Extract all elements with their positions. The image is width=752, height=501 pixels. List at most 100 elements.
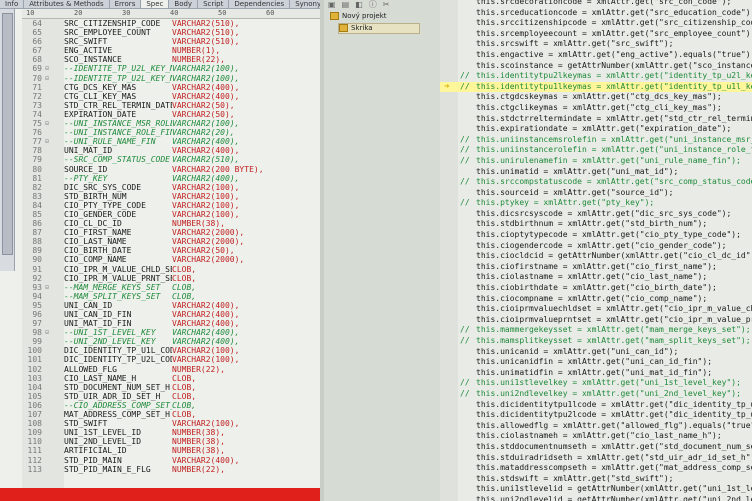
code-line[interactable]: 77 ⊟ --UNI_RULE_NAME_FIN VARCHAR2(400),: [22, 137, 320, 146]
java-code-line[interactable]: // this.mamsplitkeysset = xmlAttr.get("ma…: [440, 336, 752, 347]
java-code-line[interactable]: // this.identitytpu2lkeymas = xmlAttr.get…: [440, 71, 752, 82]
fold-marker[interactable]: [42, 219, 52, 228]
java-code-area[interactable]: this.srcdecorationcode = xmlAttr.get("sr…: [440, 0, 752, 501]
java-code-line[interactable]: ➜ // this.identitytpu1lkeymas = xmlAttr.ge…: [440, 81, 752, 93]
fold-marker[interactable]: [42, 55, 52, 64]
code-line[interactable]: 76 --UNI_INSTANCE_ROLE_FIN VARCHAR2(20),: [22, 128, 320, 137]
java-code-line[interactable]: this.cioiprmvalueprntset = xmlAttr.get("…: [440, 315, 752, 326]
code-line[interactable]: 112 STD_PID_MAIN VARCHAR2(400),: [22, 456, 320, 465]
java-code-line[interactable]: this.unicanid = xmlAttr.get("uni_can_id"…: [440, 347, 752, 358]
scrollbar-thumb[interactable]: [2, 13, 13, 255]
java-code-line[interactable]: // this.srccompstatuscode = xmlAttr.get("…: [440, 177, 752, 188]
fold-marker[interactable]: [42, 319, 52, 328]
code-line[interactable]: 103 CIO_LAST_NAME_H CLOB,: [22, 374, 320, 383]
fold-marker[interactable]: [42, 392, 52, 401]
java-code-line[interactable]: this.ciocompname = xmlAttr.get("cio_comp…: [440, 294, 752, 305]
code-line[interactable]: 78 UNI_MAT_ID VARCHAR2(400),: [22, 146, 320, 155]
java-code-line[interactable]: this.dicidentitytpu2lcode = xmlAttr.get(…: [440, 410, 752, 421]
tab-body[interactable]: Body: [169, 0, 199, 8]
fold-marker[interactable]: [42, 410, 52, 419]
code-line[interactable]: 85 CIO_GENDER_CODE VARCHAR2(100),: [22, 210, 320, 219]
fold-marker[interactable]: ⊟: [42, 283, 52, 292]
code-line[interactable]: 98 ⊟ --UNI_1ST_LEVEL_KEY VARCHAR2(400),: [22, 328, 320, 337]
code-line[interactable]: 95 UNI_CAN_ID VARCHAR2(400),: [22, 301, 320, 310]
sql-code-area[interactable]: 64 SRC_CITIZENSHIP_CODE VARCHAR2(510), 65 SR…: [22, 19, 320, 474]
code-line[interactable]: 65 SRC_EMPLOYEE_COUNT VARCHAR2(510),: [22, 28, 320, 37]
java-code-line[interactable]: this.stdswift = xmlAttr.get("std_swift")…: [440, 474, 752, 485]
code-line[interactable]: 88 CIO_LAST_NAME VARCHAR2(2000),: [22, 237, 320, 246]
java-code-line[interactable]: this.cioiprmvaluechldset = xmlAttr.get("…: [440, 304, 752, 315]
code-line[interactable]: 110 UNI_2ND_LEVEL_ID NUMBER(38),: [22, 437, 320, 446]
java-code-line[interactable]: // this.mammergekeysset = xmlAttr.get("ma…: [440, 325, 752, 336]
code-line[interactable]: 104 STD_DOCUMENT_NUM_SET_H CLOB,: [22, 383, 320, 392]
fold-marker[interactable]: ⊟: [42, 119, 52, 128]
java-code-line[interactable]: this.ciogendercode = xmlAttr.get("cio_ge…: [440, 241, 752, 252]
fold-marker[interactable]: [42, 37, 52, 46]
fold-marker[interactable]: [42, 355, 52, 364]
fold-marker[interactable]: [42, 419, 52, 428]
java-code-line[interactable]: this.srcdecorationcode = xmlAttr.get("sr…: [440, 0, 752, 8]
code-line[interactable]: 67 ENG_ACTIVE NUMBER(1),: [22, 46, 320, 55]
code-line[interactable]: 91 CIO_IPR_M_VALUE_CHLD_SET CLOB,: [22, 265, 320, 274]
java-code-line[interactable]: // this.uni2ndlevelkey = xmlAttr.get("uni…: [440, 389, 752, 400]
code-line[interactable]: 73 STD_CTR_REL_TERMIN_DATE VARCHAR2(50),: [22, 101, 320, 110]
fold-marker[interactable]: [42, 292, 52, 301]
java-code-line[interactable]: this.unicanidfin = xmlAttr.get("uni_can_…: [440, 357, 752, 368]
tab-errors[interactable]: Errors: [110, 0, 142, 8]
fold-marker[interactable]: [42, 228, 52, 237]
fold-marker[interactable]: [42, 465, 52, 474]
java-code-line[interactable]: // this.uniinstancerolefin = xmlAttr.get(…: [440, 145, 752, 156]
code-line[interactable]: 99 --UNI_2ND_LEVEL_KEY VARCHAR2(400),: [22, 337, 320, 346]
code-line[interactable]: 79 --SRC_COMP_STATUS_CODE VARCHAR2(510),: [22, 155, 320, 164]
fold-marker[interactable]: [42, 401, 52, 410]
java-code-line[interactable]: this.srceducationcode = xmlAttr.get("src…: [440, 8, 752, 19]
fold-marker[interactable]: [42, 28, 52, 37]
save-icon[interactable]: ◧: [355, 0, 363, 10]
fold-marker[interactable]: [42, 346, 52, 355]
fold-marker[interactable]: [42, 274, 52, 283]
fold-marker[interactable]: [42, 456, 52, 465]
java-code-line[interactable]: this.srcemployeecount = xmlAttr.get("src…: [440, 29, 752, 40]
code-line[interactable]: 108 STD_SWIFT VARCHAR2(100),: [22, 419, 320, 428]
code-line[interactable]: 101 DIC_IDENTITY_TP_U2L_CODE VARCHAR2(100)…: [22, 355, 320, 364]
tab-synony[interactable]: Synony: [290, 0, 320, 8]
code-line[interactable]: 86 CIO_CL_DC_ID NUMBER(38),: [22, 219, 320, 228]
fold-marker[interactable]: [42, 155, 52, 164]
java-code-line[interactable]: this.sourceid = xmlAttr.get("source_id")…: [440, 188, 752, 199]
code-line[interactable]: 94 --MAM_SPLIT_KEYS_SET CLOB,: [22, 292, 320, 301]
tab-script[interactable]: Script: [198, 0, 230, 8]
fold-marker[interactable]: ⊟: [42, 64, 52, 73]
fold-marker[interactable]: [42, 210, 52, 219]
code-line[interactable]: 74 EXPIRATION_DATE VARCHAR2(50),: [22, 110, 320, 119]
code-line[interactable]: 93 ⊟ --MAM_MERGE_KEYS_SET CLOB,: [22, 283, 320, 292]
fold-marker[interactable]: [42, 92, 52, 101]
code-line[interactable]: 107 MAT_ADDRESS_COMP_SET_H CLOB,: [22, 410, 320, 419]
code-line[interactable]: 105 STD_UIR_ADR_ID_SET_H CLOB,: [22, 392, 320, 401]
tab-attributes-methods[interactable]: Attributes & Methods: [24, 0, 110, 8]
code-line[interactable]: 92 CIO_IPR_M_VALUE_PRNT_SET CLOB,: [22, 274, 320, 283]
code-line[interactable]: 68 SCO_INSTANCE NUMBER(22),: [22, 55, 320, 64]
java-code-line[interactable]: this.ciobirthdate = xmlAttr.get("cio_bir…: [440, 283, 752, 294]
fold-marker[interactable]: [42, 174, 52, 183]
fold-marker[interactable]: [42, 246, 52, 255]
code-line[interactable]: 82 DIC_SRC_SYS_CODE VARCHAR2(100),: [22, 183, 320, 192]
info-icon[interactable]: ⓘ: [369, 0, 377, 10]
fold-marker[interactable]: [42, 374, 52, 383]
vertical-scrollbar[interactable]: [0, 9, 15, 271]
code-line[interactable]: 109 UNI_1ST_LEVEL_ID NUMBER(38),: [22, 428, 320, 437]
fold-marker[interactable]: ⊟: [42, 137, 52, 146]
code-line[interactable]: 83 STD_BIRTH_NUM VARCHAR2(100),: [22, 192, 320, 201]
java-code-line[interactable]: this.ciofirstname = xmlAttr.get("cio_fir…: [440, 262, 752, 273]
java-code-line[interactable]: this.stddocumentnumseth = xmlAttr.get("s…: [440, 442, 752, 453]
java-code-line[interactable]: this.srccitizenshipcode = xmlAttr.get("s…: [440, 18, 752, 29]
code-line[interactable]: 100 DIC_IDENTITY_TP_U1L_CODE VARCHAR2(100)…: [22, 346, 320, 355]
code-line[interactable]: 70⊟ --IDENTITE_TP_U2L_KEY_MASVARCHAR2(100…: [22, 74, 320, 83]
fold-marker[interactable]: [42, 337, 52, 346]
java-code-line[interactable]: this.dicsrcsyscode = xmlAttr.get("dic_sr…: [440, 209, 752, 220]
fold-marker[interactable]: [42, 301, 52, 310]
java-code-line[interactable]: this.expirationdate = xmlAttr.get("expir…: [440, 124, 752, 135]
fold-marker[interactable]: [42, 19, 52, 28]
tree-item-project[interactable]: Nový projekt: [330, 12, 387, 21]
code-line[interactable]: 89 CIO_BIRTH_DATE VARCHAR2(50),: [22, 246, 320, 255]
java-code-line[interactable]: this.allowedflg = xmlAttr.get("allowed_f…: [440, 421, 752, 432]
